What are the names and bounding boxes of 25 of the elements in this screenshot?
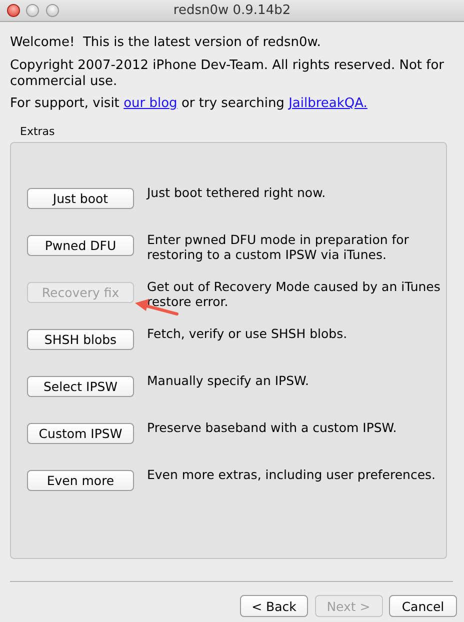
group-title: Extras	[19, 125, 56, 139]
description: Fetch, verify or use SHSH blobs.	[147, 326, 348, 342]
extra-button[interactable]: Pwned DFU	[27, 235, 134, 256]
paragraph: Welcome! This is the latest version of redsn0w.	[10, 35, 322, 51]
extra-button[interactable]: Select IPSW	[27, 376, 134, 398]
extra-button[interactable]: Just boot	[27, 188, 134, 210]
link[interactable]: our blog	[124, 96, 178, 111]
close-button[interactable]	[6, 4, 20, 17]
description: Get out of Recovery Mode caused by an iTunes restore error.	[147, 279, 442, 310]
description: Manually specify an IPSW.	[147, 373, 310, 388]
extra-button[interactable]: SHSH blobs	[27, 329, 134, 350]
nav-button[interactable]: < Back	[240, 595, 308, 618]
link[interactable]: JailbreakQA.	[288, 96, 368, 111]
description: Even more extras, including user preferences.	[147, 467, 437, 482]
nav-button[interactable]: Cancel	[389, 595, 457, 618]
description: Enter pwned DFU mode in preparation for restoring to a custom IPSW via iTunes.	[147, 232, 410, 262]
extra-button[interactable]: Even more	[27, 470, 134, 492]
window-title: redsn0w 0.9.14b2	[173, 2, 291, 20]
paragraph: Copyright 2007-2012 iPhone Dev-Team. All rights reserved. Not for commercial use.	[10, 58, 445, 90]
description: Just boot tethered right now.	[147, 185, 327, 200]
extra-button[interactable]: Custom IPSW	[27, 423, 134, 444]
support-text: For support, visit our blog or try searching JailbreakQA.	[10, 96, 368, 112]
minimize-button[interactable]	[26, 4, 39, 17]
zoom-button[interactable]	[46, 4, 58, 17]
description: Preserve baseband with a custom IPSW.	[147, 420, 398, 436]
